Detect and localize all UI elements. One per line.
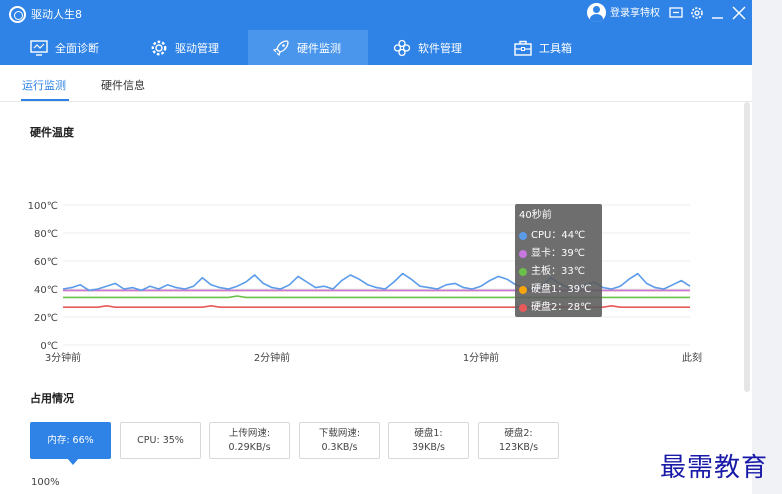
- tab-driver-management[interactable]: 驱动管理: [150, 30, 219, 65]
- user-avatar-icon[interactable]: [587, 3, 606, 22]
- tooltip-row-disk1: 硬盘1：39℃: [519, 281, 598, 299]
- temperature-line-chart: 100℃ 80℃ 60℃ 40℃ 20℃ 0℃ 3分钟前 2分钟前 1分钟前 此刻: [28, 201, 702, 364]
- usage-section-title: 占用情况: [30, 392, 74, 405]
- temp-badge-cpu[interactable]: CPU：43℃: [30, 154, 114, 184]
- tab-hardware-monitor[interactable]: 硬件监测: [248, 30, 368, 65]
- tooltip-row-motherboard: 主板：33℃: [519, 263, 598, 281]
- tab-label: 软件管理: [418, 41, 462, 55]
- minimize-icon[interactable]: [710, 5, 726, 21]
- subtab-hardware-info[interactable]: 硬件信息: [101, 77, 145, 93]
- message-icon[interactable]: [668, 5, 684, 21]
- usage-card-line1: 硬盘1:: [414, 427, 443, 439]
- legend-dot: [519, 268, 527, 276]
- chart-y-tick-label: 100℃: [28, 201, 58, 212]
- subtab-runtime-monitor[interactable]: 运行监测: [22, 77, 66, 93]
- legend-dot: [519, 250, 527, 258]
- tooltip-row-cpu: CPU：44℃: [519, 227, 598, 245]
- sub-tabs: 运行监测 硬件信息: [0, 65, 752, 102]
- chart-y-tick-label: 80℃: [34, 229, 58, 240]
- usage-card-cpu[interactable]: CPU: 35%: [120, 422, 201, 459]
- usage-card-line1: 上传网速:: [228, 427, 271, 439]
- usage-card-line1: 下载网速:: [318, 427, 361, 439]
- tooltip-row-label: 主板：33℃: [531, 266, 585, 277]
- usage-card-line1: CPU: 35%: [137, 434, 184, 446]
- tooltip-row-label: 显卡：39℃: [531, 248, 585, 259]
- usage-chart-y-top-label: 100%: [31, 477, 60, 488]
- content-scrollbar[interactable]: [744, 102, 750, 392]
- tooltip-row-disk2: 硬盘2：28℃: [519, 299, 598, 317]
- main-tabs: 全面诊断 驱动管理 硬件监测 软件管理 工具箱: [0, 30, 752, 65]
- usage-card-line2: 0.29KB/s: [228, 441, 271, 453]
- close-icon[interactable]: [731, 5, 747, 21]
- tooltip-title: 40秒前: [519, 210, 552, 221]
- chart-tooltip: 40秒前 CPU：44℃ 显卡：39℃ 主板：33℃ 硬盘1：39℃ 硬盘2：2…: [515, 204, 602, 317]
- tooltip-row-label: 硬盘1：39℃: [531, 284, 592, 295]
- chart-x-tick-label: 2分钟前: [254, 351, 290, 364]
- tab-label: 全面诊断: [55, 41, 99, 55]
- usage-card-disk1[interactable]: 硬盘1: 39KB/s: [388, 422, 469, 459]
- title-bar: 驱动人生8 登录享特权: [0, 0, 752, 30]
- monitor-icon: [30, 39, 48, 56]
- flower-icon: [393, 39, 411, 56]
- app-title: 驱动人生8: [31, 8, 82, 21]
- tooltip-row-gpu: 显卡：39℃: [519, 245, 598, 263]
- temperature-section-title: 硬件温度: [30, 126, 74, 139]
- chart-y-tick-label: 60℃: [34, 257, 58, 268]
- temp-badge-gpu[interactable]: 显卡：39℃: [122, 154, 206, 184]
- tab-label: 硬件监测: [297, 41, 341, 55]
- temp-badge-motherboard[interactable]: 主板：33℃: [214, 154, 298, 184]
- tab-label: 工具箱: [539, 41, 572, 55]
- tooltip-row-label: CPU：44℃: [531, 230, 586, 241]
- usage-card-download[interactable]: 下载网速: 0.3KB/s: [299, 422, 380, 459]
- temp-badge-disk2[interactable]: 硬盘2：27℃: [397, 154, 481, 184]
- usage-card-upload[interactable]: 上传网速: 0.29KB/s: [209, 422, 290, 459]
- settings-icon[interactable]: [689, 5, 705, 21]
- legend-dot: [519, 304, 527, 312]
- usage-card-disk2[interactable]: 硬盘2: 123KB/s: [478, 422, 559, 459]
- temp-badge-disk1[interactable]: 硬盘1：39℃: [306, 154, 390, 184]
- chart-x-tick-label: 3分钟前: [45, 351, 81, 364]
- app-logo-icon: [9, 6, 26, 23]
- usage-card-line1: 硬盘2:: [504, 427, 533, 439]
- usage-card-line2: 123KB/s: [498, 441, 539, 453]
- usage-card-memory[interactable]: 内存: 66%: [30, 422, 111, 465]
- usage-card-line1: 内存: 66%: [47, 434, 94, 446]
- gear-icon: [151, 40, 167, 55]
- usage-card-line2: 0.3KB/s: [321, 441, 358, 453]
- tab-software-management[interactable]: 软件管理: [393, 30, 462, 65]
- legend-dot: [519, 232, 527, 240]
- chart-x-tick-label: 1分钟前: [463, 351, 499, 364]
- rocket-icon: [272, 39, 289, 56]
- tab-label: 驱动管理: [175, 41, 219, 55]
- chart-y-tick-label: 0℃: [40, 341, 58, 352]
- chart-y-tick-label: 20℃: [34, 313, 58, 324]
- app-window: 驱动人生8 登录享特权 全面诊断 驱动管理 硬件监测 软件管理 工具箱 运行监测…: [0, 0, 752, 494]
- tooltip-row-label: 硬盘2：28℃: [531, 302, 592, 313]
- chart-x-tick-label: 此刻: [682, 351, 702, 364]
- toolbox-icon: [514, 40, 532, 56]
- legend-dot: [519, 286, 527, 294]
- active-subtab-indicator: [21, 99, 69, 101]
- watermark-text: 最需教育: [660, 453, 769, 483]
- chart-y-tick-label: 40℃: [34, 285, 58, 296]
- usage-card-line2: 39KB/s: [412, 441, 445, 453]
- tab-toolbox[interactable]: 工具箱: [514, 30, 572, 65]
- tab-full-diagnosis[interactable]: 全面诊断: [30, 30, 99, 65]
- login-link[interactable]: 登录享特权: [610, 7, 660, 21]
